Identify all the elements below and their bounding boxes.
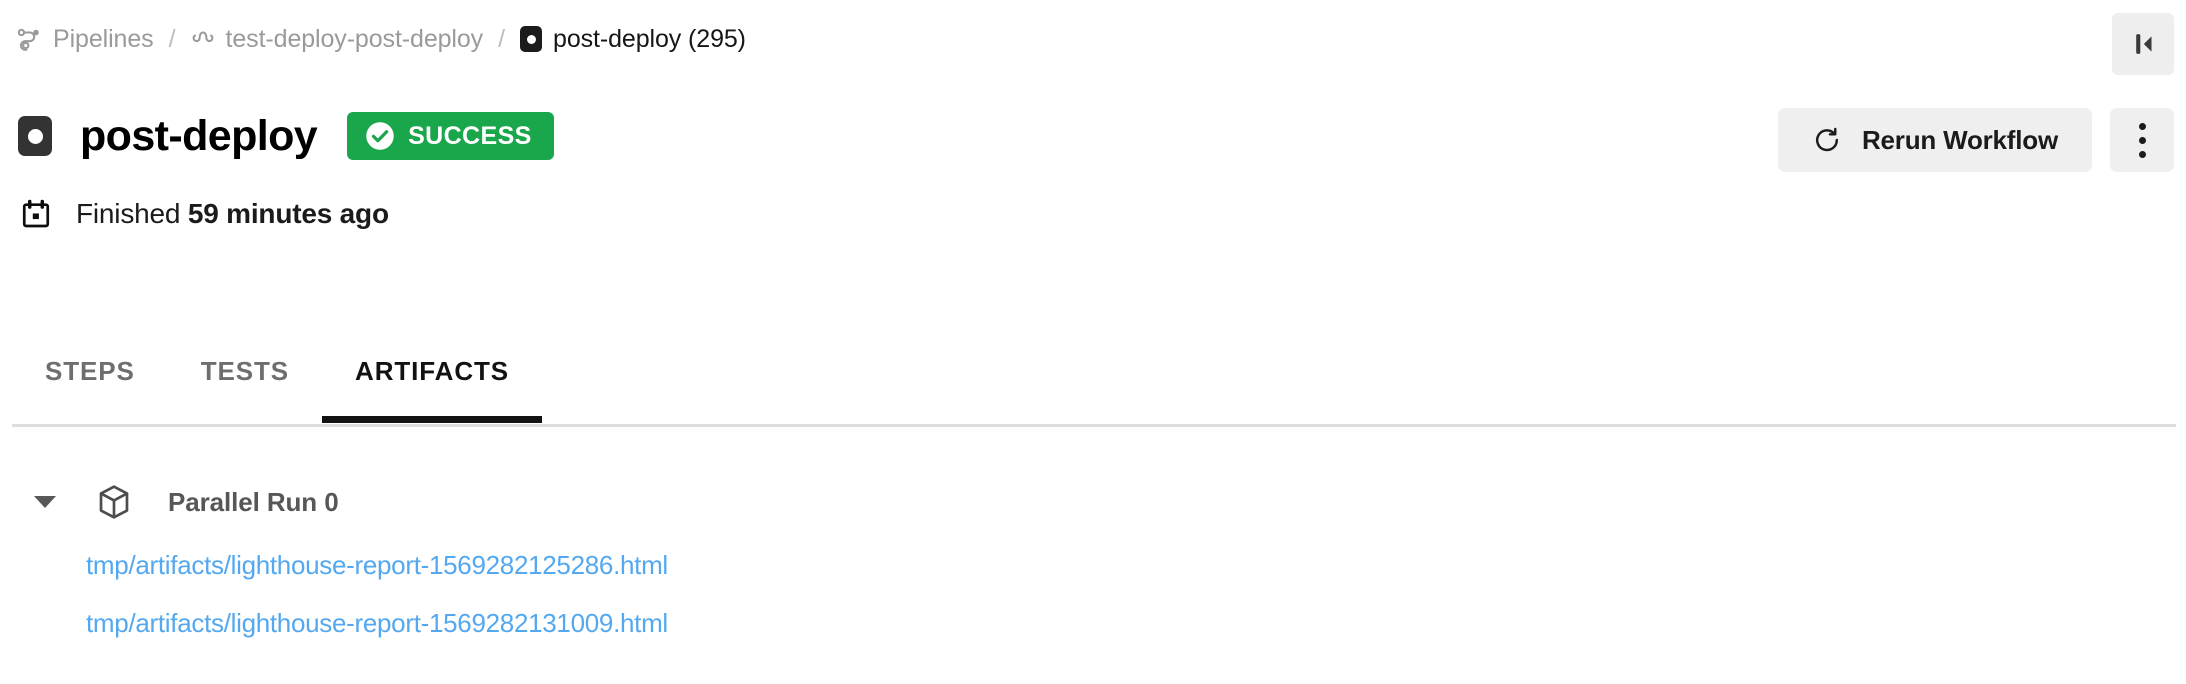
check-circle-icon xyxy=(365,121,395,151)
artifacts-panel: Parallel Run 0 tmp/artifacts/lighthouse-… xyxy=(18,480,2168,666)
breadcrumb-item-job: post-deploy (295) xyxy=(520,25,746,54)
job-title-row: post-deploy SUCCESS xyxy=(18,104,554,168)
tab-tests[interactable]: TESTS xyxy=(168,346,322,423)
breadcrumb: Pipelines / test-deploy-post-deploy / po… xyxy=(16,22,746,56)
finished-text: Finished 59 minutes ago xyxy=(76,198,389,230)
breadcrumb-label-job: post-deploy (295) xyxy=(553,24,746,53)
chevron-down-icon[interactable] xyxy=(34,496,56,508)
more-actions-button[interactable] xyxy=(2110,108,2174,172)
job-details-page: Pipelines / test-deploy-post-deploy / po… xyxy=(0,0,2186,684)
finished-meta: Finished 59 minutes ago xyxy=(20,192,389,236)
artifact-file-list: tmp/artifacts/lighthouse-report-15692821… xyxy=(18,550,2168,639)
kebab-menu-icon xyxy=(2138,122,2146,158)
pipelines-icon xyxy=(16,26,42,52)
page-title: post-deploy xyxy=(80,111,318,160)
rerun-workflow-button[interactable]: Rerun Workflow xyxy=(1777,108,2092,172)
artifact-group-label: Parallel Run 0 xyxy=(168,486,339,517)
tab-steps[interactable]: STEPS xyxy=(12,346,168,423)
rerun-workflow-label: Rerun Workflow xyxy=(1861,124,2058,155)
header-actions: Rerun Workflow xyxy=(1777,108,2174,172)
breadcrumb-separator-1: / xyxy=(168,24,176,53)
collapse-sidebar-icon xyxy=(2126,27,2160,61)
collapse-sidebar-button[interactable] xyxy=(2112,13,2174,75)
status-badge: SUCCESS xyxy=(347,112,554,160)
artifact-link[interactable]: tmp/artifacts/lighthouse-report-15692821… xyxy=(86,608,668,639)
artifact-link[interactable]: tmp/artifacts/lighthouse-report-15692821… xyxy=(86,550,668,581)
branch-icon xyxy=(191,27,215,51)
finished-prefix: Finished xyxy=(76,198,188,229)
artifact-group-header[interactable]: Parallel Run 0 xyxy=(18,480,2168,524)
refresh-icon xyxy=(1812,125,1843,156)
job-icon xyxy=(520,26,543,52)
breadcrumb-label-pipelines[interactable]: Pipelines xyxy=(53,25,154,54)
tab-artifacts[interactable]: ARTIFACTS xyxy=(322,346,543,423)
breadcrumb-separator-2: / xyxy=(498,24,506,53)
breadcrumb-item-workflow[interactable]: test-deploy-post-deploy xyxy=(191,25,484,54)
breadcrumb-item-pipelines[interactable]: Pipelines xyxy=(16,25,154,54)
breadcrumb-label-workflow[interactable]: test-deploy-post-deploy xyxy=(226,25,484,54)
tab-bar: STEPS TESTS ARTIFACTS xyxy=(12,346,543,423)
status-badge-label: SUCCESS xyxy=(408,121,532,150)
finished-relative-time: 59 minutes ago xyxy=(187,198,389,229)
job-icon xyxy=(18,116,52,156)
calendar-icon xyxy=(20,198,52,230)
tab-divider xyxy=(12,424,2176,427)
cube-icon xyxy=(95,483,133,521)
